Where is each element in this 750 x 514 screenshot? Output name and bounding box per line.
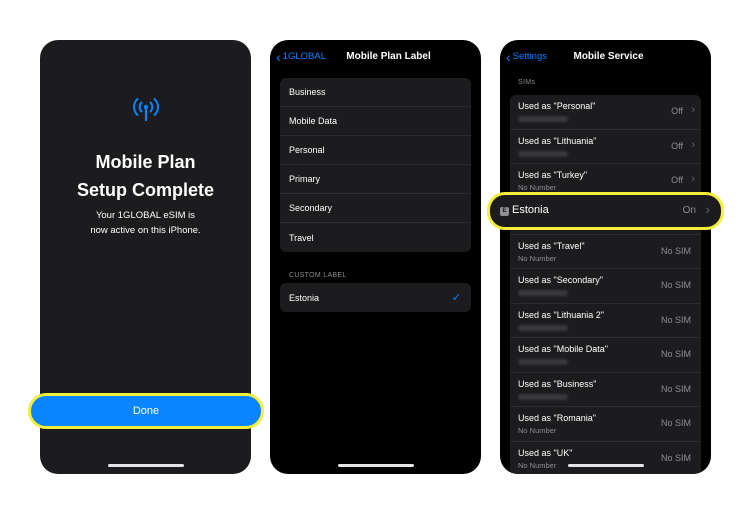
page-title: Mobile Plan Label — [346, 51, 431, 62]
title-line: Setup Complete — [76, 180, 214, 200]
sim-number-redacted — [518, 393, 568, 400]
section-header: SIMs — [518, 79, 536, 86]
custom-label-list: Estonia ✓ — [280, 283, 471, 312]
custom-label-field[interactable]: Estonia ✓ — [280, 283, 471, 312]
sim-number-redacted — [518, 359, 568, 365]
label-text: Mobile Data — [289, 116, 338, 126]
label-option-primary[interactable]: Primary — [280, 165, 471, 194]
description-text: Your 1GLOBAL eSIM is now active on this … — [40, 208, 251, 238]
label-text: Secondary — [289, 203, 333, 213]
home-indicator — [337, 464, 414, 467]
sim-number-redacted — [518, 290, 568, 296]
label-text: Business — [289, 87, 326, 97]
chevron-right-icon: › — [691, 104, 695, 116]
label-option-mobile-data[interactable]: Mobile Data — [280, 107, 471, 136]
home-indicator — [107, 464, 184, 467]
nav-bar: ‹ 1GLOBAL Mobile Plan Label — [270, 48, 481, 66]
sim-list: Used as "Personal" Off › Used as "Lithua… — [510, 95, 701, 474]
label-text: Primary — [289, 174, 320, 184]
label-list: Business Mobile Data Personal Primary Se… — [280, 78, 471, 252]
sim-status: No SIM — [660, 418, 691, 428]
sim-status: No SIM — [660, 349, 691, 359]
custom-label-value: Estonia — [289, 292, 320, 303]
sim-row[interactable]: Used as "Travel" No Number No SIM — [510, 235, 701, 269]
nav-bar: ‹ Settings Mobile Service — [500, 48, 711, 66]
sim-name: Estonia — [512, 204, 549, 216]
sim-number-redacted — [518, 150, 568, 157]
sim-badge-icon: E — [500, 207, 509, 216]
sim-name: Used as "Personal" — [518, 101, 596, 111]
sim-row-estonia[interactable]: E Estonia On › — [487, 192, 724, 230]
label-option-secondary[interactable]: Secondary — [280, 194, 471, 223]
sim-name: Used as "UK" — [518, 447, 573, 458]
description-line: now active on this iPhone. — [90, 225, 201, 236]
chevron-right-icon: › — [691, 138, 695, 151]
sim-status: No SIM — [660, 280, 691, 290]
label-option-business[interactable]: Business — [280, 78, 471, 107]
plan-label-screen: ‹ 1GLOBAL Mobile Plan Label Business Mob… — [270, 40, 481, 474]
sim-name: Used as "Lithuania" — [518, 135, 597, 146]
sim-status: Off — [671, 106, 683, 116]
mobile-service-screen: ‹ Settings Mobile Service SIMs Used as "… — [500, 40, 711, 474]
page-title: Mobile Plan Setup Complete — [40, 148, 251, 204]
label-option-travel[interactable]: Travel — [280, 223, 471, 252]
sim-name: Used as "Turkey" — [518, 170, 588, 180]
done-button[interactable]: Done — [28, 393, 264, 429]
sim-status: No SIM — [660, 383, 691, 394]
sim-name: Used as "Lithuania 2" — [518, 309, 604, 320]
antenna-signal-icon — [40, 96, 251, 122]
sim-name: Used as "Mobile Data" — [518, 344, 608, 354]
sim-name: Used as "Secondary" — [518, 275, 603, 285]
sim-number-redacted — [518, 116, 568, 122]
sim-row[interactable]: Used as "Romania" No Number No SIM — [510, 407, 701, 442]
stage: Mobile Plan Setup Complete Your 1GLOBAL … — [0, 0, 750, 514]
sim-number: No Number — [518, 183, 557, 192]
sim-row[interactable]: Used as "Lithuania" Off › — [510, 130, 701, 164]
sim-row[interactable]: Used as "Personal" Off › — [510, 95, 701, 130]
section-header: CUSTOM LABEL — [289, 272, 347, 279]
sim-number-redacted — [518, 324, 568, 331]
sim-number: No Number — [518, 426, 557, 435]
sim-row[interactable]: Used as "Mobile Data" No SIM — [510, 338, 701, 373]
chevron-right-icon: › — [691, 173, 695, 185]
sim-status: No SIM — [660, 452, 691, 463]
title-line: Mobile Plan — [95, 152, 196, 172]
sim-status: No SIM — [660, 245, 691, 256]
sim-name: Used as "Romania" — [518, 413, 596, 423]
sim-row[interactable]: Used as "UK" No Number No SIM — [510, 442, 701, 475]
sim-name: Used as "Travel" — [518, 240, 585, 251]
sim-status: Off — [671, 140, 683, 151]
checkmark-icon: ✓ — [451, 292, 461, 304]
sim-status: Off — [671, 175, 683, 185]
done-button-label: Done — [132, 405, 160, 417]
description-line: Your 1GLOBAL eSIM is — [95, 210, 196, 221]
sim-number: No Number — [518, 253, 557, 263]
chevron-right-icon: › — [705, 202, 710, 217]
sim-row[interactable]: Used as "Lithuania 2" No SIM — [510, 304, 701, 338]
label-option-personal[interactable]: Personal — [280, 136, 471, 165]
sim-status: No SIM — [660, 314, 691, 325]
page-title: Mobile Service — [573, 51, 644, 62]
home-indicator — [567, 464, 644, 467]
sim-number: No Number — [518, 460, 557, 470]
sim-name: Used as "Business" — [518, 378, 597, 389]
label-text: Personal — [289, 145, 325, 155]
sim-row[interactable]: Used as "Business" No SIM — [510, 373, 701, 407]
sim-status: On — [682, 205, 696, 216]
label-text: Travel — [289, 232, 314, 243]
sim-row[interactable]: Used as "Secondary" No SIM — [510, 269, 701, 304]
